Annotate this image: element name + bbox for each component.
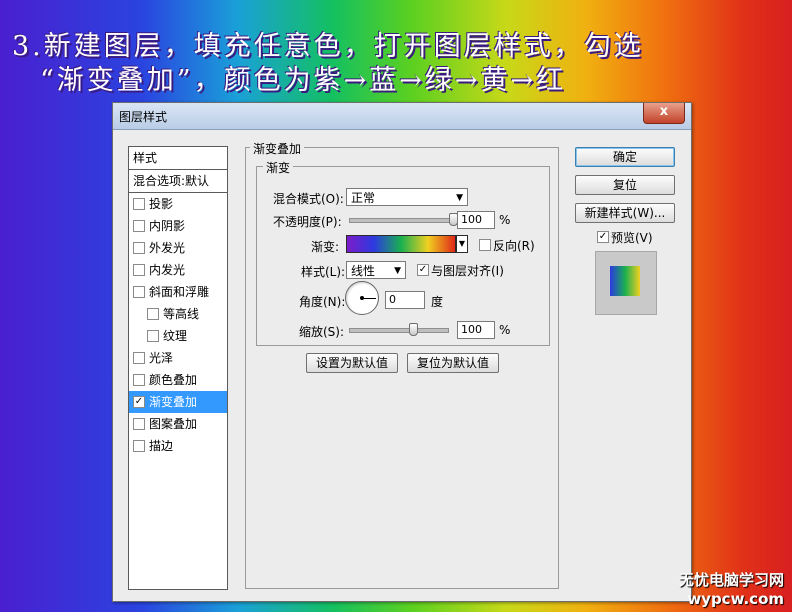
style-item-label: 内发光 — [149, 263, 186, 277]
checkbox-stroke[interactable] — [133, 440, 145, 452]
checkbox-contour[interactable] — [147, 308, 159, 320]
style-item-inner-glow[interactable]: 内发光 — [129, 259, 227, 281]
style-item-texture[interactable]: 纹理 — [129, 325, 227, 347]
gradient-label: 渐变: — [311, 240, 340, 254]
style-item-label: 投影 — [149, 197, 174, 211]
close-icon: x — [659, 104, 669, 119]
style-item-label: 斜面和浮雕 — [149, 285, 210, 299]
blend-options-item[interactable]: 混合选项:默认 — [129, 170, 227, 193]
gradient-dropdown[interactable]: ▼ — [456, 235, 468, 253]
style-item-label: 等高线 — [163, 307, 200, 321]
watermark-url: wypcw.com — [687, 590, 784, 608]
style-item-contour[interactable]: 等高线 — [129, 303, 227, 325]
scale-input[interactable]: 100 — [457, 321, 495, 339]
reset-default-button[interactable]: 复位为默认值 — [407, 353, 499, 373]
watermark-title: 无忧电脑学习网 — [678, 571, 784, 589]
group-title: 渐变叠加 — [250, 140, 305, 157]
gradient-overlay-panel: 渐变叠加 渐变 混合模式(O): 正常 ▼ 不透明度(P): 100 % 渐变:… — [245, 140, 559, 589]
style-item-label: 外发光 — [149, 241, 186, 255]
scale-label: 缩放(S): — [299, 325, 345, 339]
checkbox-gradient-overlay[interactable] — [133, 396, 145, 408]
style-item-gradient-overlay[interactable]: 渐变叠加 — [129, 391, 227, 413]
style-item-label: 图案叠加 — [149, 417, 198, 431]
angle-dial-center — [360, 296, 364, 300]
style-list: 样式 混合选项:默认 投影 内阴影 外发光 内发光 斜面和浮雕 等高线 纹理 光… — [128, 146, 228, 590]
checkbox-bevel-emboss[interactable] — [133, 286, 145, 298]
opacity-input[interactable]: 100 — [457, 211, 495, 229]
style-item-label: 描边 — [149, 439, 174, 453]
reverse-checkbox[interactable] — [479, 239, 491, 251]
opacity-label: 不透明度(P): — [273, 215, 342, 229]
style-item-stroke[interactable]: 描边 — [129, 435, 227, 457]
style-item-drop-shadow[interactable]: 投影 — [129, 193, 227, 215]
dialog-title: 图层样式 — [119, 110, 168, 124]
dialog-titlebar[interactable]: 图层样式 x — [113, 103, 691, 130]
gradient-picker[interactable] — [346, 235, 456, 253]
new-style-button[interactable]: 新建样式(W)... — [575, 203, 675, 223]
reset-button[interactable]: 复位 — [575, 175, 675, 195]
style-item-label: 颜色叠加 — [149, 373, 198, 387]
set-default-button[interactable]: 设置为默认值 — [306, 353, 398, 373]
preview-thumbnail — [595, 251, 657, 315]
checkbox-color-overlay[interactable] — [133, 374, 145, 386]
style-item-label: 光泽 — [149, 351, 174, 365]
style-item-color-overlay[interactable]: 颜色叠加 — [129, 369, 227, 391]
scale-slider-thumb[interactable] — [408, 323, 418, 336]
scale-unit: % — [499, 323, 511, 337]
preview-checkbox[interactable] — [597, 231, 609, 243]
angle-label: 角度(N): — [299, 295, 346, 309]
align-with-layer-label: 与图层对齐(I) — [431, 264, 504, 278]
reverse-label: 反向(R) — [493, 239, 535, 253]
angle-unit: 度 — [431, 295, 444, 309]
style-item-label: 纹理 — [163, 329, 188, 343]
checkbox-texture[interactable] — [147, 330, 159, 342]
checkbox-drop-shadow[interactable] — [133, 198, 145, 210]
style-item-label: 渐变叠加 — [149, 395, 198, 409]
caption-line-2: “渐变叠加”，颜色为紫→蓝→绿→黄→红 — [40, 65, 567, 96]
blend-mode-select[interactable]: 正常 ▼ — [346, 188, 468, 206]
blend-mode-value: 正常 — [351, 191, 376, 205]
checkbox-outer-glow[interactable] — [133, 242, 145, 254]
style-item-inner-shadow[interactable]: 内阴影 — [129, 215, 227, 237]
layer-style-dialog: 图层样式 x 样式 混合选项:默认 投影 内阴影 外发光 内发光 斜面和浮雕 等… — [112, 102, 692, 602]
chevron-down-icon: ▼ — [456, 193, 463, 203]
style-item-bevel-emboss[interactable]: 斜面和浮雕 — [129, 281, 227, 303]
preview-label: 预览(V) — [611, 231, 653, 245]
ok-button[interactable]: 确定 — [575, 147, 675, 167]
opacity-unit: % — [499, 213, 511, 227]
opacity-slider-track[interactable] — [349, 218, 455, 223]
style-item-pattern-overlay[interactable]: 图案叠加 — [129, 413, 227, 435]
checkbox-pattern-overlay[interactable] — [133, 418, 145, 430]
gradient-subgroup: 渐变 混合模式(O): 正常 ▼ 不透明度(P): 100 % 渐变: ▼ 反向… — [256, 159, 550, 346]
align-with-layer-checkbox[interactable] — [417, 264, 429, 276]
close-button[interactable]: x — [643, 103, 685, 124]
style-label: 样式(L): — [301, 265, 346, 279]
checkbox-inner-glow[interactable] — [133, 264, 145, 276]
checkbox-inner-shadow[interactable] — [133, 220, 145, 232]
subgroup-title: 渐变 — [263, 159, 294, 176]
style-select[interactable]: 线性 ▼ — [346, 261, 406, 279]
angle-input[interactable]: 0 — [385, 291, 425, 309]
chevron-down-icon: ▼ — [458, 239, 466, 248]
chevron-down-icon: ▼ — [394, 266, 401, 276]
style-value: 线性 — [351, 264, 376, 278]
style-item-outer-glow[interactable]: 外发光 — [129, 237, 227, 259]
style-list-header[interactable]: 样式 — [129, 147, 227, 170]
scale-slider-track[interactable] — [349, 328, 449, 333]
blend-mode-label: 混合模式(O): — [273, 192, 344, 206]
angle-dial[interactable] — [345, 281, 379, 315]
preview-swatch — [610, 266, 640, 296]
style-item-label: 内阴影 — [149, 219, 186, 233]
angle-dial-needle — [362, 298, 376, 299]
style-item-satin[interactable]: 光泽 — [129, 347, 227, 369]
checkbox-satin[interactable] — [133, 352, 145, 364]
